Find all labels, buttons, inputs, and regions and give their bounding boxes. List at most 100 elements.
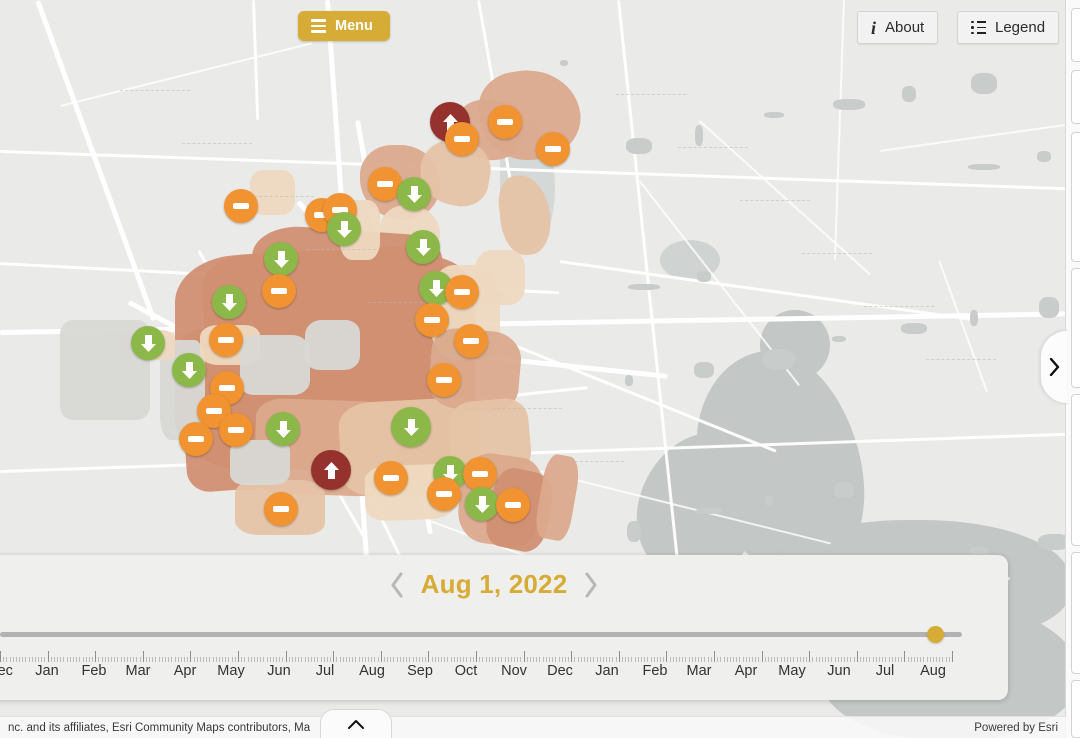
timeline-tick-minor	[41, 657, 43, 662]
map-marker-no_change[interactable]	[496, 488, 530, 522]
map-marker-increase[interactable]	[311, 450, 351, 490]
timeline-tick-minor	[136, 657, 138, 662]
previous-date-button[interactable]	[390, 572, 405, 598]
timeline-tick-minor	[691, 657, 693, 662]
timeline-tick-minor	[644, 657, 646, 662]
map-marker-no_change[interactable]	[536, 132, 570, 166]
timeline-ticks	[0, 650, 998, 662]
timeline-tick-minor	[120, 657, 122, 662]
map-marker-no_change[interactable]	[374, 461, 408, 495]
timeline-tick-minor	[431, 657, 433, 662]
map-marker-no_change[interactable]	[454, 324, 488, 358]
timeline-tick-minor	[758, 657, 760, 662]
timeline-tick-minor	[669, 657, 671, 662]
timeline-tick-minor	[774, 657, 776, 662]
map-marker-no_change[interactable]	[427, 477, 461, 511]
timeline-tick-minor	[510, 657, 512, 662]
map-marker-no_change[interactable]	[445, 122, 479, 156]
map-marker-no_change[interactable]	[445, 275, 479, 309]
map-marker-no_change[interactable]	[427, 363, 461, 397]
timeline-tick-minor	[942, 657, 944, 662]
timeline-tick-minor	[812, 657, 814, 662]
timeline-tick-minor	[291, 657, 293, 662]
timeline-tick-minor	[415, 657, 417, 662]
map-marker-no_change[interactable]	[415, 303, 449, 337]
map-marker-decrease[interactable]	[266, 412, 300, 446]
map-marker-no_change[interactable]	[224, 189, 258, 223]
date-navigator: Aug 1, 2022	[0, 569, 998, 600]
timeline-tick-major	[95, 651, 97, 662]
minus-icon	[271, 288, 287, 294]
map-marker-no_change[interactable]	[463, 457, 497, 491]
panel-card	[1071, 268, 1080, 388]
timeline-tick-major	[380, 651, 382, 662]
about-button[interactable]: i About	[857, 11, 939, 44]
map-marker-decrease[interactable]	[397, 177, 431, 211]
map-marker-no_change[interactable]	[262, 274, 296, 308]
map-marker-no_change[interactable]	[264, 492, 298, 526]
list-icon	[971, 20, 986, 35]
timeline-month-label: Mar	[125, 663, 151, 679]
timeline-tick-minor	[514, 657, 516, 662]
chevron-right-icon	[1049, 358, 1059, 376]
time-slider-track[interactable]	[0, 632, 962, 637]
panel-card	[1071, 394, 1080, 546]
map-parcel	[627, 521, 641, 542]
timeline-tick-minor	[466, 657, 468, 662]
timeline-tick-minor	[60, 657, 62, 662]
choropleth-region	[532, 452, 583, 543]
timeline-tick-minor	[69, 657, 71, 662]
timeline-tick-minor	[326, 657, 328, 662]
map-marker-decrease[interactable]	[406, 230, 440, 264]
timeline-tick-major	[809, 651, 811, 662]
next-date-button[interactable]	[583, 572, 598, 598]
timeline-tick-minor	[945, 657, 947, 662]
timeline-tick-minor	[307, 657, 309, 662]
minus-icon	[424, 317, 440, 323]
timeline-tick-minor	[66, 657, 68, 662]
legend-button[interactable]: Legend	[957, 11, 1060, 44]
timeline-tick-minor	[596, 657, 598, 662]
map-marker-decrease[interactable]	[131, 326, 165, 360]
map-marker-decrease[interactable]	[327, 212, 361, 246]
timeline-tick-minor	[485, 657, 487, 662]
timeline-tick-minor	[38, 657, 40, 662]
time-slider[interactable]	[0, 623, 962, 645]
timeline-tick-minor	[330, 657, 332, 662]
map-marker-decrease[interactable]	[391, 407, 431, 447]
timeline-tick-minor	[295, 657, 297, 662]
map-marker-decrease[interactable]	[264, 242, 298, 276]
timeline-tick-minor	[682, 657, 684, 662]
timeline-tick-minor	[717, 657, 719, 662]
timeline-tick-minor	[336, 657, 338, 662]
county-boundary	[554, 461, 624, 463]
timeline-tick-minor	[863, 657, 865, 662]
menu-button[interactable]: Menu	[298, 11, 390, 41]
timeline-tick-minor	[184, 657, 186, 662]
county-boundary	[182, 143, 252, 145]
timeline-tick-minor	[948, 657, 950, 662]
timeline-tick-minor	[917, 657, 919, 662]
map-marker-no_change[interactable]	[488, 105, 522, 139]
map-parcel	[971, 73, 997, 94]
timeline-tick-minor	[88, 657, 90, 662]
map-parcel	[832, 336, 846, 342]
road-segment	[880, 123, 1066, 152]
map-parcel	[626, 138, 652, 154]
choropleth-region	[475, 250, 525, 305]
map-marker-no_change[interactable]	[219, 413, 253, 447]
map-marker-decrease[interactable]	[465, 487, 499, 521]
time-slider-handle[interactable]	[927, 626, 945, 643]
map-marker-decrease[interactable]	[172, 353, 206, 387]
timeline-tick-minor	[831, 657, 833, 662]
timeline-tick-minor	[272, 657, 274, 662]
timeline-collapse-button[interactable]	[320, 709, 392, 738]
map-marker-no_change[interactable]	[179, 422, 213, 456]
minus-icon	[436, 491, 452, 497]
map-marker-decrease[interactable]	[212, 285, 246, 319]
timeline-tick-minor	[815, 657, 817, 662]
map-marker-no_change[interactable]	[209, 323, 243, 357]
timeline-tick-minor	[444, 657, 446, 662]
timeline-tick-minor	[253, 657, 255, 662]
timeline-tick-minor	[22, 657, 24, 662]
